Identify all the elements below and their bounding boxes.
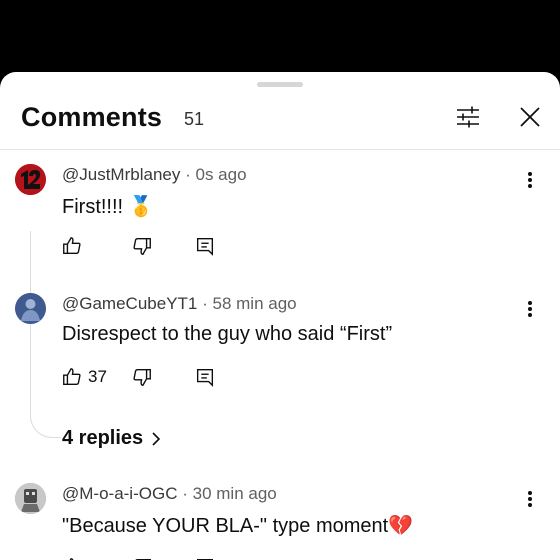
like-button[interactable] (61, 555, 83, 560)
dislike-button[interactable] (131, 555, 153, 560)
meta-separator: · (182, 484, 188, 503)
comment-text: First!!!! 🥇 (62, 196, 154, 218)
reply-thread-line (30, 231, 61, 438)
reply-icon (196, 558, 214, 560)
reply-icon (196, 237, 214, 256)
thumb-down-icon (135, 558, 151, 560)
comment-text: Disrespect to the guy who said “First” (62, 323, 393, 345)
avatar[interactable] (15, 164, 46, 195)
reply-button[interactable] (194, 555, 216, 560)
chevron-right-icon (152, 431, 161, 446)
comment-author[interactable]: @GameCubeYT1 (62, 294, 197, 313)
like-count: 37 (88, 367, 107, 386)
comment-time: 30 min ago (192, 484, 277, 503)
close-icon[interactable] (515, 102, 545, 132)
comment-author[interactable]: @JustMrblaney (62, 165, 180, 184)
more-vert-icon[interactable] (520, 299, 540, 323)
filter-icon[interactable] (453, 102, 483, 132)
more-vert-icon[interactable] (520, 489, 540, 513)
thumb-up-icon (69, 558, 74, 560)
dislike-button[interactable] (131, 234, 153, 258)
comment-meta: @M-o-a-i-OGC · 30 min ago (62, 484, 277, 504)
reply-button[interactable] (194, 234, 216, 258)
comments-panel: Comments 51 @JustMrblaney · 0s ago First… (0, 72, 560, 560)
thumb-down-icon (133, 368, 151, 386)
comments-header: Comments 51 (0, 72, 560, 150)
comment-meta: @GameCubeYT1 · 58 min ago (62, 294, 297, 314)
more-vert-icon[interactable] (520, 170, 540, 194)
avatar[interactable] (15, 483, 46, 514)
reply-icon (196, 368, 214, 387)
meta-separator: · (185, 165, 191, 184)
like-button[interactable] (61, 234, 83, 258)
replies-label: 4 replies (62, 427, 144, 449)
comment-author[interactable]: @M-o-a-i-OGC (62, 484, 177, 503)
comments-count: 51 (184, 109, 205, 129)
comments-title: Comments (21, 102, 163, 132)
thumb-up-icon (63, 368, 81, 386)
comment-meta: @JustMrblaney · 0s ago (62, 165, 247, 185)
avatar[interactable] (15, 293, 46, 324)
comment-text: "Because YOUR BLA-" type moment💔 (62, 515, 414, 537)
thumb-up-icon (63, 237, 81, 255)
comment-time: 58 min ago (212, 294, 297, 313)
meta-separator: · (202, 294, 208, 313)
dislike-button[interactable] (131, 365, 153, 389)
like-button[interactable]: 37 (61, 365, 107, 389)
comment-time: 0s ago (195, 165, 247, 184)
view-replies-button[interactable]: 4 replies (62, 427, 164, 450)
thumb-down-icon (133, 237, 151, 255)
reply-button[interactable] (194, 365, 216, 389)
